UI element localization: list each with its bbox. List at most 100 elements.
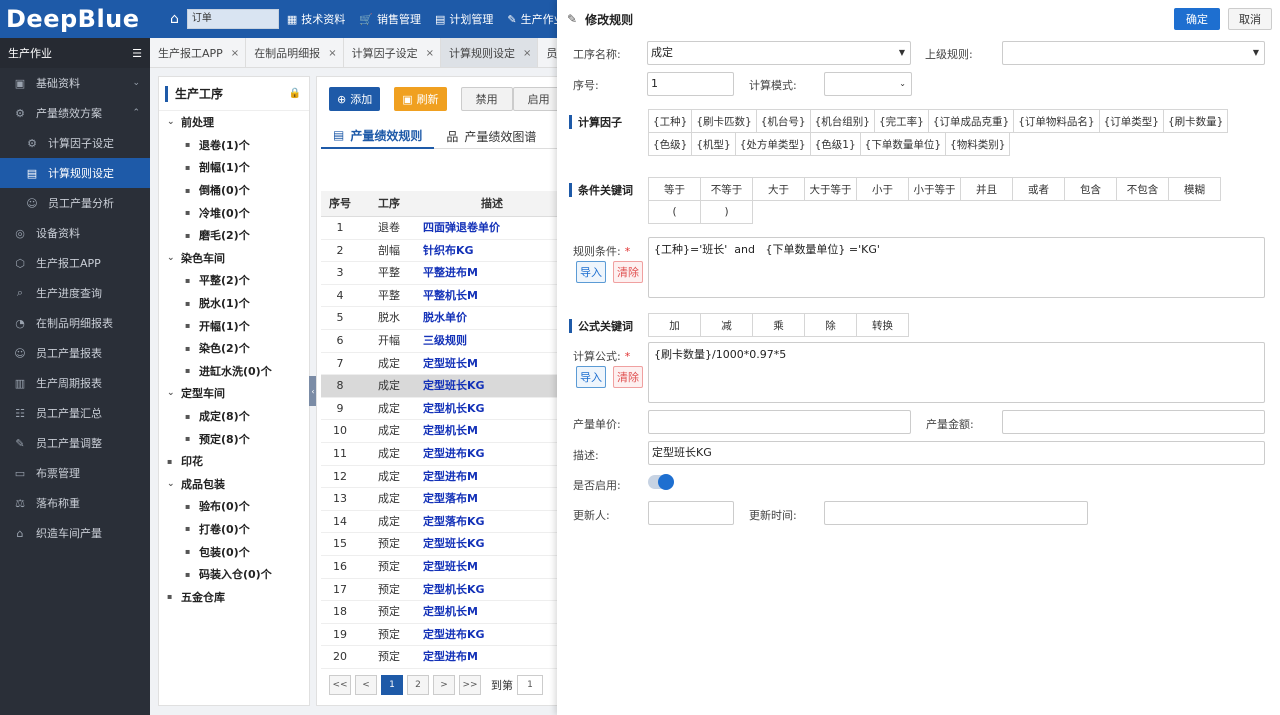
- close-icon[interactable]: ×: [328, 48, 336, 59]
- next-page-button[interactable]: >: [433, 675, 455, 695]
- tree-node[interactable]: ▪ 五金仓库: [159, 585, 309, 608]
- disable-button[interactable]: 禁用: [460, 87, 513, 111]
- tree-node[interactable]: ▪ 脱水(1)个: [159, 292, 309, 315]
- formula-keyword-chip[interactable]: 除: [804, 313, 857, 337]
- factor-chip[interactable]: {机型}: [691, 132, 736, 156]
- refresh-button[interactable]: ▣ 刷新: [394, 87, 447, 111]
- tab-performance-graph[interactable]: 品产量绩效图谱: [434, 123, 548, 149]
- prev-page-button[interactable]: <: [355, 675, 377, 695]
- table-row[interactable]: 20 预定 定型进布M: [321, 646, 559, 669]
- factor-chip[interactable]: {色级}: [648, 132, 693, 156]
- goto-page-input[interactable]: 1: [517, 675, 543, 695]
- condition-keyword-chip[interactable]: 不包含: [1116, 177, 1169, 201]
- condition-keyword-chip[interactable]: ): [700, 200, 753, 224]
- factor-chip[interactable]: {处方单类型}: [734, 132, 811, 156]
- condition-keyword-chip[interactable]: 大于等于: [804, 177, 857, 201]
- sidebar-item-rule-setting[interactable]: ▤ 计算规则设定: [0, 158, 150, 188]
- condition-keyword-chip[interactable]: 小于: [856, 177, 909, 201]
- formula-import-button[interactable]: 导入: [576, 366, 606, 388]
- factor-chip[interactable]: {订单类型}: [1098, 109, 1164, 133]
- desc-input[interactable]: 定型班长KG: [648, 441, 1265, 465]
- factor-chip[interactable]: {刷卡匹数}: [691, 109, 757, 133]
- home-icon[interactable]: ⌂: [170, 11, 179, 27]
- factor-chip[interactable]: {工种}: [648, 109, 693, 133]
- factor-chip[interactable]: {机台号}: [755, 109, 811, 133]
- condition-keyword-chip[interactable]: 并且: [960, 177, 1013, 201]
- top-nav-sales[interactable]: 🛒 销售管理: [359, 11, 421, 27]
- tree-node[interactable]: ▪ 打卷(0)个: [159, 518, 309, 541]
- table-row[interactable]: 14 成定 定型落布KG: [321, 511, 559, 534]
- table-row[interactable]: 11 成定 定型进布KG: [321, 443, 559, 466]
- tab-factor-setting[interactable]: 计算因子设定 ×: [343, 38, 441, 67]
- condition-keyword-chip[interactable]: 包含: [1064, 177, 1117, 201]
- tree-node[interactable]: ▪ 进缸水洗(0)个: [159, 360, 309, 383]
- factor-chip[interactable]: {色级1}: [809, 132, 861, 156]
- tree-node[interactable]: ▪ 开幅(1)个: [159, 314, 309, 337]
- sidebar-item-basic[interactable]: ▣ 基础资料 ⌄: [0, 68, 150, 98]
- tree-node[interactable]: ⌄ 成品包装: [159, 473, 309, 496]
- tree-node[interactable]: ▪ 冷堆(0)个: [159, 201, 309, 224]
- enable-button[interactable]: 启用: [512, 87, 559, 111]
- tree-node[interactable]: ⌄ 染色车间: [159, 247, 309, 270]
- sidebar-item-output-analysis[interactable]: ☺ 员工产量分析: [0, 188, 150, 218]
- lock-icon[interactable]: 🔒: [289, 88, 301, 99]
- tree-node[interactable]: ▪ 预定(8)个: [159, 427, 309, 450]
- condition-keyword-chip[interactable]: 大于: [752, 177, 805, 201]
- page-2-button[interactable]: 2: [407, 675, 429, 695]
- process-name-select[interactable]: 成定 ▼: [647, 41, 911, 65]
- sidebar-item-weaving[interactable]: ⌂ 织造车间产量: [0, 518, 150, 548]
- tree-node[interactable]: ▪ 退卷(1)个: [159, 134, 309, 157]
- table-row[interactable]: 2 剖幅 针织布KG: [321, 240, 559, 263]
- table-row[interactable]: 5 脱水 脱水单价: [321, 307, 559, 330]
- tree-node[interactable]: ▪ 成定(8)个: [159, 405, 309, 428]
- close-icon[interactable]: ×: [523, 48, 531, 59]
- factor-chip[interactable]: {订单物料品名}: [1013, 109, 1100, 133]
- updater-input[interactable]: [648, 501, 734, 525]
- top-nav-tech[interactable]: ▦ 技术资料: [287, 11, 345, 27]
- sidebar-item-weighing[interactable]: ⚖ 落布称重: [0, 488, 150, 518]
- top-nav-plan[interactable]: ▤ 计划管理: [435, 11, 493, 27]
- tab-wip-report[interactable]: 在制品明细报 ×: [246, 38, 344, 67]
- condition-keyword-chip[interactable]: 等于: [648, 177, 701, 201]
- tree-node[interactable]: ▪ 染色(2)个: [159, 337, 309, 360]
- table-row[interactable]: 4 平整 平整机长M: [321, 285, 559, 308]
- formula-keyword-chip[interactable]: 转换: [856, 313, 909, 337]
- tab-performance-rules[interactable]: ▤ 产量绩效规则: [321, 123, 435, 149]
- tree-node[interactable]: ▪ 包装(0)个: [159, 540, 309, 563]
- close-icon[interactable]: ×: [426, 48, 434, 59]
- confirm-button[interactable]: 确定: [1174, 8, 1220, 30]
- sidebar-item-output-adjust[interactable]: ✎ 员工产量调整: [0, 428, 150, 458]
- table-row[interactable]: 16 预定 定型班长M: [321, 556, 559, 579]
- sidebar-item-report-app[interactable]: ⬡ 生产报工APP: [0, 248, 150, 278]
- sidebar-item-performance[interactable]: ⚙ 产量绩效方案 ⌃: [0, 98, 150, 128]
- update-time-input[interactable]: [824, 501, 1088, 525]
- sidebar-item-output-report[interactable]: ☺ 员工产量报表: [0, 338, 150, 368]
- last-page-button[interactable]: >>: [459, 675, 481, 695]
- enabled-toggle[interactable]: [648, 474, 674, 490]
- tree-node[interactable]: ▪ 验布(0)个: [159, 495, 309, 518]
- table-row[interactable]: 7 成定 定型班长M: [321, 353, 559, 376]
- tree-node[interactable]: ▪ 倒桶(0)个: [159, 179, 309, 202]
- table-row[interactable]: 15 预定 定型班长KG: [321, 533, 559, 556]
- table-row[interactable]: 6 开幅 三级规则: [321, 330, 559, 353]
- factor-chip[interactable]: {下单数量单位}: [859, 132, 947, 156]
- sidebar-item-output-summary[interactable]: ☷ 员工产量汇总: [0, 398, 150, 428]
- factor-chip[interactable]: {机台组别}: [809, 109, 875, 133]
- table-row[interactable]: 13 成定 定型落布M: [321, 488, 559, 511]
- condition-keyword-chip[interactable]: 不等于: [700, 177, 753, 201]
- tree-node[interactable]: ▪ 剖幅(1)个: [159, 156, 309, 179]
- seq-input[interactable]: 1: [647, 72, 734, 96]
- formula-textarea[interactable]: {刷卡数量}/1000*0.97*5: [648, 342, 1265, 403]
- tree-node[interactable]: ▪ 磨毛(2)个: [159, 224, 309, 247]
- tree-node[interactable]: ⌄ 定型车间: [159, 382, 309, 405]
- condition-keyword-chip[interactable]: 小于等于: [908, 177, 961, 201]
- tree-node[interactable]: ▪ 印花: [159, 450, 309, 473]
- table-row[interactable]: 10 成定 定型机长M: [321, 420, 559, 443]
- sidebar-item-ticket[interactable]: ▭ 布票管理: [0, 458, 150, 488]
- collapse-menu-icon[interactable]: ☰: [132, 47, 142, 60]
- tree-node[interactable]: ▪ 平整(2)个: [159, 269, 309, 292]
- sidebar-item-wip-report[interactable]: ◔ 在制品明细报表: [0, 308, 150, 338]
- unit-price-input[interactable]: [648, 410, 911, 434]
- table-row[interactable]: 12 成定 定型进布M: [321, 466, 559, 489]
- table-row[interactable]: 8 成定 定型班长KG: [321, 375, 559, 398]
